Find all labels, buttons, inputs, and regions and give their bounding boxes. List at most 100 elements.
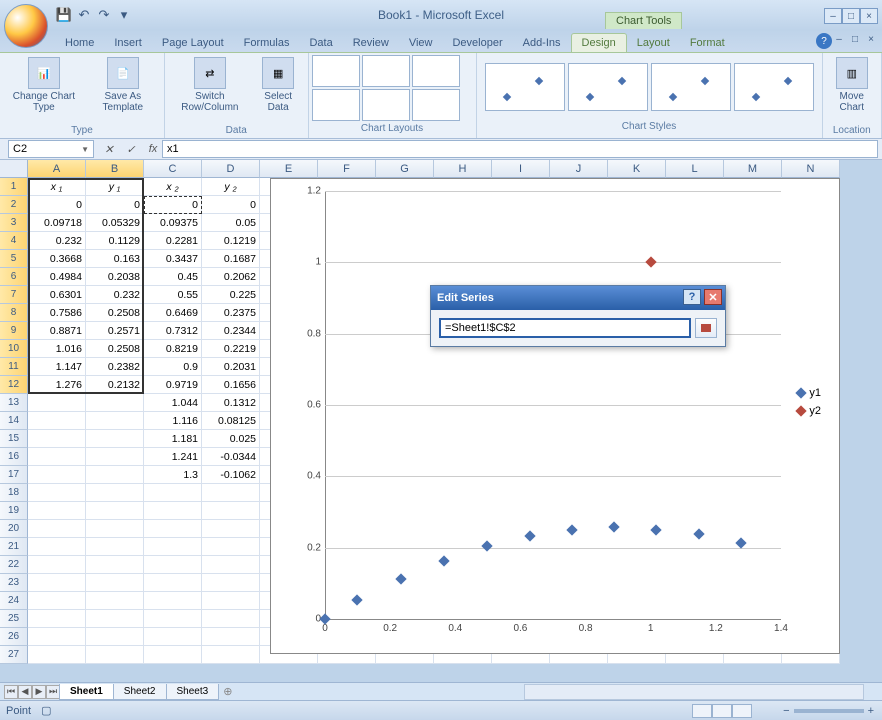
minimize-button[interactable]: – <box>824 8 842 24</box>
cell[interactable]: 1.044 <box>144 394 202 412</box>
cell[interactable] <box>202 592 260 610</box>
cell[interactable]: 0.163 <box>86 250 144 268</box>
office-button[interactable] <box>4 4 48 48</box>
cell[interactable] <box>86 484 144 502</box>
undo-icon[interactable]: ↶ <box>75 6 93 24</box>
cancel-icon[interactable]: ✕ <box>100 140 118 158</box>
formula-input[interactable]: x1 <box>162 140 878 158</box>
cell[interactable] <box>86 430 144 448</box>
cell[interactable] <box>86 448 144 466</box>
cell[interactable] <box>202 574 260 592</box>
chart-layout-item[interactable] <box>312 89 360 121</box>
cell[interactable]: 0.4984 <box>28 268 86 286</box>
data-point[interactable] <box>439 555 450 566</box>
cell[interactable] <box>86 520 144 538</box>
cell[interactable] <box>86 412 144 430</box>
cell[interactable]: 0.2571 <box>86 322 144 340</box>
cell[interactable] <box>28 556 86 574</box>
sheet-nav-first-icon[interactable]: ⏮ <box>4 685 18 699</box>
dialog-help-button[interactable]: ? <box>683 289 701 305</box>
select-all-corner[interactable] <box>0 160 28 178</box>
redo-icon[interactable]: ↷ <box>95 6 113 24</box>
tab-page-layout[interactable]: Page Layout <box>152 34 234 52</box>
cell[interactable]: 0.2062 <box>202 268 260 286</box>
maximize-button[interactable]: □ <box>842 8 860 24</box>
select-data-button[interactable]: ▦Select Data <box>253 55 304 115</box>
cell[interactable]: 0.232 <box>28 232 86 250</box>
sheet-tab-sheet3[interactable]: Sheet3 <box>166 684 220 700</box>
cell[interactable] <box>144 646 202 664</box>
cell[interactable]: 0.55 <box>144 286 202 304</box>
enter-icon[interactable]: ✓ <box>122 140 140 158</box>
save-as-template-button[interactable]: 📄Save As Template <box>86 55 160 115</box>
row-header-12[interactable]: 12 <box>0 376 28 394</box>
sheet-tab-sheet1[interactable]: Sheet1 <box>59 684 114 700</box>
row-header-15[interactable]: 15 <box>0 430 28 448</box>
row-header-7[interactable]: 7 <box>0 286 28 304</box>
tab-add-ins[interactable]: Add-Ins <box>513 34 571 52</box>
row-header-11[interactable]: 11 <box>0 358 28 376</box>
row-header-27[interactable]: 27 <box>0 646 28 664</box>
zoom-slider[interactable] <box>794 709 864 713</box>
cell[interactable]: 0.09718 <box>28 214 86 232</box>
sheet-tab-sheet2[interactable]: Sheet2 <box>113 684 167 700</box>
cell[interactable] <box>202 556 260 574</box>
row-header-22[interactable]: 22 <box>0 556 28 574</box>
tab-view[interactable]: View <box>399 34 443 52</box>
cell[interactable] <box>86 394 144 412</box>
cell[interactable] <box>28 646 86 664</box>
collapse-dialog-button[interactable] <box>695 318 717 338</box>
cell[interactable]: 0.08125 <box>202 412 260 430</box>
cell[interactable]: 0.2031 <box>202 358 260 376</box>
cell[interactable]: 0.7312 <box>144 322 202 340</box>
cell[interactable] <box>28 394 86 412</box>
legend-item-y1[interactable]: y1 <box>797 387 821 399</box>
cell[interactable] <box>202 520 260 538</box>
cell[interactable] <box>202 610 260 628</box>
cell[interactable] <box>86 556 144 574</box>
cell[interactable]: 0.2508 <box>86 304 144 322</box>
row-header-18[interactable]: 18 <box>0 484 28 502</box>
tab-format[interactable]: Format <box>680 34 735 52</box>
data-point[interactable] <box>319 613 330 624</box>
cell[interactable]: 0.2344 <box>202 322 260 340</box>
normal-view-button[interactable] <box>692 704 712 718</box>
cell[interactable]: 0.225 <box>202 286 260 304</box>
chart-layout-item[interactable] <box>362 55 410 87</box>
doc-close-icon[interactable]: × <box>864 32 878 46</box>
column-header-H[interactable]: H <box>434 160 492 178</box>
cell[interactable] <box>202 502 260 520</box>
chart-layout-item[interactable] <box>412 89 460 121</box>
chart-style-item[interactable] <box>734 63 814 111</box>
data-point[interactable] <box>525 531 536 542</box>
dialog-close-button[interactable]: ✕ <box>704 289 722 305</box>
cell[interactable]: 0 <box>28 196 86 214</box>
row-header-10[interactable]: 10 <box>0 340 28 358</box>
column-header-K[interactable]: K <box>608 160 666 178</box>
cell[interactable]: 0.09375 <box>144 214 202 232</box>
tab-insert[interactable]: Insert <box>104 34 152 52</box>
dialog-titlebar[interactable]: Edit Series ? ✕ <box>431 286 725 310</box>
move-chart-button[interactable]: ▥Move Chart <box>827 55 877 115</box>
column-header-J[interactable]: J <box>550 160 608 178</box>
cell[interactable]: 0.05 <box>202 214 260 232</box>
cell[interactable]: -0.1062 <box>202 466 260 484</box>
name-box[interactable]: C2▼ <box>8 140 94 158</box>
cell[interactable]: -0.0344 <box>202 448 260 466</box>
qat-dropdown-icon[interactable]: ▾ <box>115 6 133 24</box>
cell[interactable]: 0.1687 <box>202 250 260 268</box>
cell[interactable] <box>86 574 144 592</box>
embedded-chart[interactable]: 00.20.40.60.811.200.20.40.60.811.21.4 y1… <box>270 178 840 654</box>
data-point[interactable] <box>650 524 661 535</box>
column-header-I[interactable]: I <box>492 160 550 178</box>
cell[interactable]: 1.3 <box>144 466 202 484</box>
cell[interactable]: 0.1129 <box>86 232 144 250</box>
cell[interactable] <box>144 502 202 520</box>
cell[interactable] <box>86 610 144 628</box>
save-icon[interactable]: 💾 <box>55 6 73 24</box>
column-header-F[interactable]: F <box>318 160 376 178</box>
cell[interactable]: 1.181 <box>144 430 202 448</box>
cell[interactable]: 0.2219 <box>202 340 260 358</box>
insert-sheet-icon[interactable]: ⊕ <box>223 685 232 698</box>
cell[interactable]: 1.147 <box>28 358 86 376</box>
